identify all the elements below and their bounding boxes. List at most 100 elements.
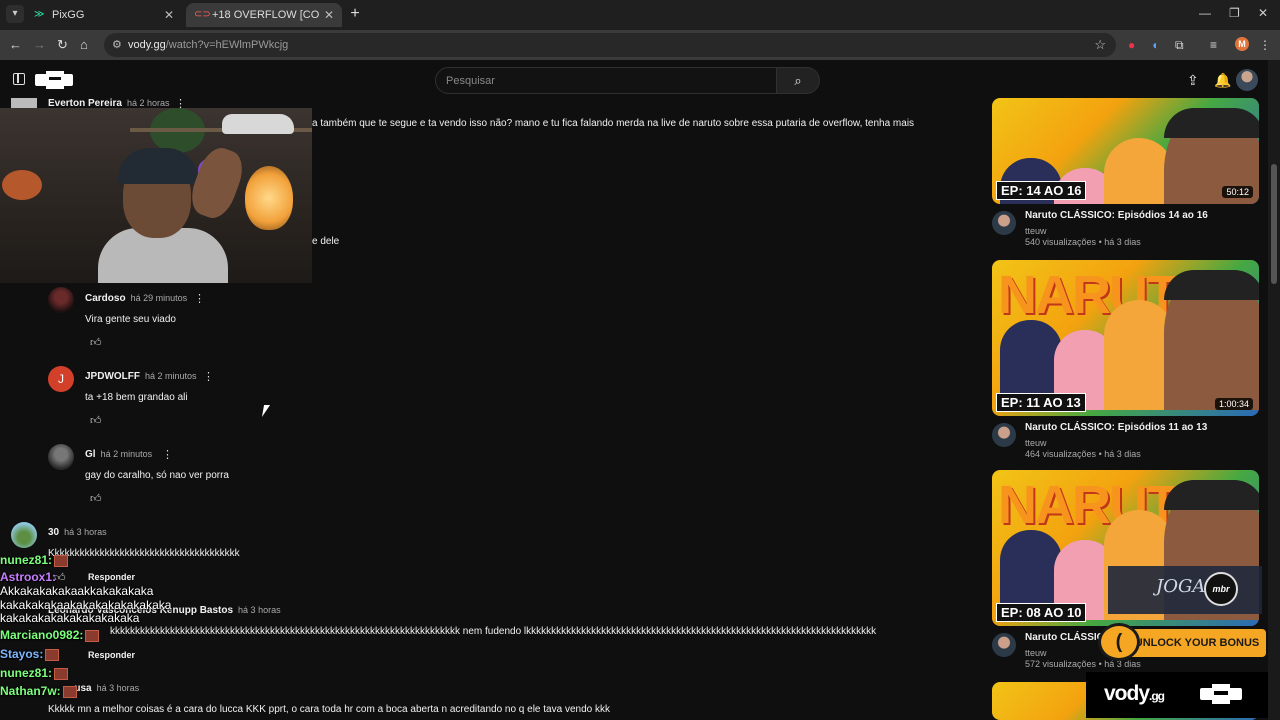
browser-tab-bar: ▾ ≫ PixGG ✕ ⊂⊃ +18 OVERFLOW [COM IMAGENS… [0,0,1280,30]
user-avatar[interactable] [1236,69,1258,91]
emote-icon [62,685,77,698]
comment-avatar[interactable] [11,98,37,108]
video-title[interactable]: Naruto CLÁSSICO: Episódios 11 ao 13 [1025,422,1207,433]
comment-author[interactable]: JPDWOLFF há 2 minutos [85,371,197,382]
chat-message: Stayos: [0,647,60,661]
search-icon[interactable]: ⌕ [776,67,820,94]
page-scrollbar[interactable] [1268,60,1280,720]
comment-text: a também que te segue e ta vendo isso nã… [312,118,915,129]
new-tab-plus-icon[interactable]: + [346,5,364,23]
chat-message: kakakakakaakakakakakakakaka [0,598,172,612]
bell-icon[interactable]: 🔔 [1214,72,1231,89]
comment-avatar[interactable] [48,444,74,470]
comment-text: Kkkkkkkkkkkkkkkkkkkkkkkkkkkkkkkkkkkkkk [48,548,240,559]
coin-icon: ( [1098,623,1140,661]
restore-icon[interactable]: ❐ [1229,6,1240,20]
comment-time: há 3 horas [64,527,107,537]
comment-text: kkkkkkkkkkkkkkkkkkkkkkkkkkkkkkkkkkkkkkkk… [110,626,877,637]
reply-button[interactable]: Responder [88,572,135,582]
tab-vody-active[interactable]: ⊂⊃ +18 OVERFLOW [COM IMAGENS] ✕ [186,3,342,27]
forward-arrow-icon[interactable]: → [33,37,46,53]
comment-author[interactable]: Cardoso há 29 minutos [85,293,187,304]
comment-author[interactable]: ...usa há 3 horas [66,683,139,694]
unlock-bonus-text: UNLOCK YOUR BONUS [1128,629,1266,657]
scroll-thumb[interactable] [1271,164,1277,284]
sidebar-toggle-icon[interactable] [13,73,25,85]
comment-time: há 2 horas [126,98,170,108]
browser-menu-icon[interactable]: ⋮ [1259,38,1271,52]
extension-record-icon[interactable]: ● [1128,38,1135,52]
comment-avatar[interactable]: J [48,366,74,392]
more-options-icon[interactable]: ⋮ [203,370,214,383]
sponsor-overlay: JOGA mbr [1108,566,1262,614]
tab-search-icon[interactable]: ▾ [6,5,24,23]
share-upload-icon[interactable]: ⇪ [1187,72,1199,89]
unlock-bonus-overlay: UNLOCK YOUR BONUS ( [1098,623,1268,661]
episode-label: EP: 14 AO 16 [996,181,1087,200]
channel-name[interactable]: tteuw [1025,438,1047,448]
reading-list-icon[interactable]: ≡ [1210,38,1217,52]
recommended-video[interactable]: NARUTO EP: 11 AO 13 1:00:34 Naruto CLÁSS… [992,260,1260,460]
video-duration: 1:00:34 [1214,398,1253,410]
channel-avatar[interactable] [992,633,1016,657]
vody-logo-icon [1200,684,1242,704]
vody-favicon-icon: ⊂⊃ [194,9,211,20]
like-thumb-icon[interactable]: 👍︎ [90,492,102,505]
chat-message: nunez81: [0,666,69,680]
minimize-icon[interactable]: — [1199,6,1211,20]
video-title[interactable]: Naruto CLÁSSICO: Episódios 14 ao 16 [1025,210,1208,221]
like-thumb-icon[interactable]: 👍︎ [90,336,102,349]
vody-logo[interactable] [35,71,73,89]
channel-avatar[interactable] [992,211,1016,235]
bookmark-star-icon[interactable]: ☆ [1094,37,1106,53]
channel-name[interactable]: tteuw [1025,648,1047,658]
comment-text: Vira gente seu viado [85,314,176,325]
reply-button[interactable]: Responder [88,650,135,660]
browser-toolbar: ← → ↻ ⌂ ⚙ vody.gg/watch?v=hEWlmPWkcjg ☆ … [0,30,1280,60]
reload-icon[interactable]: ↻ [57,37,68,53]
tab-pixgg[interactable]: ≫ PixGG ✕ [26,3,182,27]
emote-icon [54,554,69,567]
chat-message: kakakakakakakakakakaka [0,611,140,625]
video-thumbnail[interactable]: EP: 14 AO 16 50:12 [992,98,1259,204]
comment-text: ta +18 bem grandao ali [85,392,188,403]
chat-message: Akkakakakakaakkakakakaka [0,584,154,598]
video-duration: 50:12 [1222,186,1253,198]
close-tab-icon[interactable]: ✕ [324,8,334,22]
extension-audio-icon[interactable]: ◖ [1151,38,1158,52]
home-icon[interactable]: ⌂ [80,37,88,53]
channel-name[interactable]: tteuw [1025,226,1047,236]
more-options-icon[interactable]: ⋮ [194,292,205,305]
vody-watermark: vody.gg [1086,672,1268,718]
url-path: /watch?v=hEWlmPWkcjg [165,39,289,51]
comment-avatar[interactable] [11,522,37,548]
mbr-logo: mbr [1204,572,1238,606]
chat-message: Nathan7w: [0,684,77,698]
video-meta: 540 visualizações • há 3 dias [1025,237,1141,247]
like-thumb-icon[interactable]: 👍︎ [90,414,102,427]
vody-wordmark: vody.gg [1104,682,1165,705]
address-bar[interactable]: ⚙ vody.gg/watch?v=hEWlmPWkcjg ☆ [104,33,1116,57]
extensions-puzzle-icon[interactable]: ⧉ [1175,38,1184,52]
video-meta: 464 visualizações • há 3 dias [1025,449,1141,459]
episode-label: EP: 11 AO 13 [996,393,1086,412]
comment-time: há 29 minutos [130,293,188,303]
channel-avatar[interactable] [992,423,1016,447]
site-info-icon[interactable]: ⚙ [112,38,122,51]
comment-avatar[interactable] [48,287,74,313]
emote-icon [85,629,100,642]
profile-avatar-icon[interactable]: M [1235,37,1249,51]
video-thumbnail[interactable]: NARUTO EP: 11 AO 13 1:00:34 [992,260,1259,416]
comment-author[interactable]: Gl há 2 minutos [85,449,152,460]
comment-author[interactable]: 30 há 3 horas [48,527,107,538]
close-tab-icon[interactable]: ✕ [164,8,174,22]
more-options-icon[interactable]: ⋮ [162,448,173,461]
mouse-cursor-icon [261,405,271,417]
url-text[interactable]: vody.gg/watch?v=hEWlmPWkcjg [128,39,288,51]
chat-message: Astroox1: [0,570,57,584]
comment-time: há 2 minutos [145,371,197,381]
close-window-icon[interactable]: ✕ [1258,6,1268,20]
back-arrow-icon[interactable]: ← [9,37,22,53]
search-input[interactable]: Pesquisar [435,67,777,94]
recommended-video[interactable]: EP: 14 AO 16 50:12 Naruto CLÁSSICO: Epis… [992,98,1260,248]
